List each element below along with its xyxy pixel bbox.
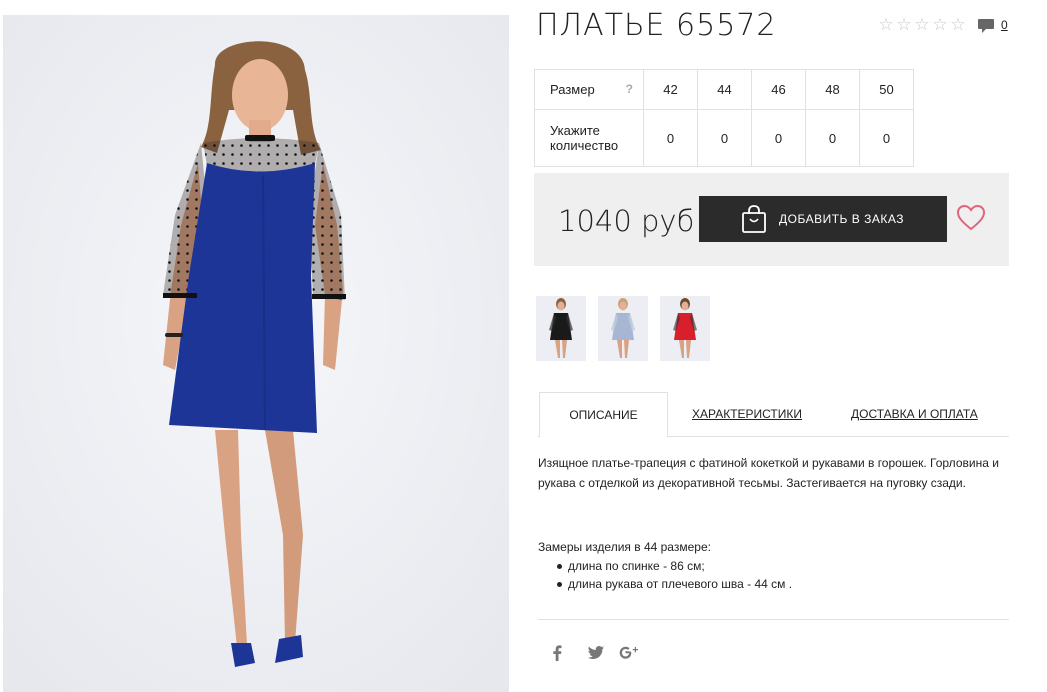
heart-outline-icon[interactable] — [956, 204, 986, 236]
size-label-cell: Размер ? — [534, 69, 644, 110]
speech-bubble-icon — [978, 19, 994, 33]
product-title: ПЛАТЬЕ 65572 — [536, 8, 777, 43]
size-label: Размер — [550, 82, 595, 97]
thumbnail-black[interactable] — [536, 296, 586, 361]
divider — [538, 619, 1009, 620]
question-icon[interactable]: ? — [626, 82, 633, 97]
product-description: Изящное платье-трапеция с фатиной кокетк… — [538, 456, 999, 490]
size-quantity-table: Размер ? 42 44 46 48 50 Укажите количест… — [534, 69, 914, 167]
size-cell: 42 — [643, 69, 698, 110]
google-plus-icon[interactable] — [619, 644, 639, 666]
tab-description[interactable]: ОПИСАНИЕ — [539, 392, 668, 438]
shopping-bag-icon — [741, 205, 767, 233]
tab-delivery-payment[interactable]: ДОСТАВКА И ОПЛАТА — [851, 392, 978, 437]
size-cell: 44 — [697, 69, 752, 110]
star-outline-icon[interactable]: ☆ — [896, 16, 912, 34]
comments-link[interactable]: 0 — [977, 18, 1008, 34]
size-cell: 46 — [751, 69, 806, 110]
star-outline-icon[interactable]: ☆ — [932, 16, 948, 34]
quantity-input[interactable]: 0 — [643, 109, 698, 167]
rating-stars[interactable]: ☆ ☆ ☆ ☆ ☆ — [878, 16, 966, 34]
quantity-input[interactable]: 0 — [751, 109, 806, 167]
price-panel: 1040 руб ДОБАВИТЬ В ЗАКАЗ — [534, 173, 1009, 266]
add-to-order-label: ДОБАВИТЬ В ЗАКАЗ — [779, 212, 904, 226]
thumbnail-red[interactable] — [660, 296, 710, 361]
product-tabs: ОПИСАНИЕ ХАРАКТЕРИСТИКИ ДОСТАВКА И ОПЛАТ… — [538, 392, 1009, 438]
product-price: 1040 руб — [558, 204, 695, 238]
color-variant-thumbnails — [536, 296, 710, 361]
measures-list: длина по спинке - 86 см; длина рукава от… — [556, 557, 793, 593]
size-cell: 50 — [859, 69, 914, 110]
product-main-photo[interactable] — [3, 15, 509, 692]
comments-count[interactable]: 0 — [1001, 18, 1008, 32]
star-outline-icon[interactable]: ☆ — [914, 16, 930, 34]
tab-characteristics[interactable]: ХАРАКТЕРИСТИКИ — [692, 392, 802, 437]
quantity-input[interactable]: 0 — [805, 109, 860, 167]
star-outline-icon[interactable]: ☆ — [950, 16, 966, 34]
measures-title: Замеры изделия в 44 размере: — [538, 540, 711, 554]
star-outline-icon[interactable]: ☆ — [878, 16, 894, 34]
list-item: длина рукава от плечевого шва - 44 см . — [556, 577, 793, 591]
size-cell: 48 — [805, 69, 860, 110]
quantity-input[interactable]: 0 — [697, 109, 752, 167]
add-to-order-button[interactable]: ДОБАВИТЬ В ЗАКАЗ — [699, 196, 947, 242]
twitter-icon[interactable] — [588, 646, 604, 664]
facebook-icon[interactable] — [552, 644, 564, 666]
social-share — [552, 644, 639, 666]
thumbnail-light-blue[interactable] — [598, 296, 648, 361]
list-item: длина по спинке - 86 см; — [556, 557, 792, 575]
quantity-input[interactable]: 0 — [859, 109, 914, 167]
quantity-label: Укажите количество — [534, 109, 644, 167]
